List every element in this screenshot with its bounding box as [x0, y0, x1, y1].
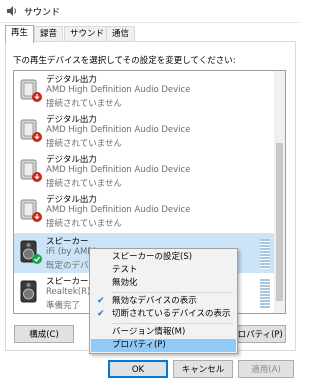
- device-status: 接続されていません: [46, 139, 122, 149]
- tab-communications[interactable]: 通信: [106, 26, 136, 42]
- device-name: デジタル出力: [46, 75, 97, 85]
- menu-item-show-disconnected[interactable]: ✔ 切断されているデバイスの表示: [91, 308, 236, 321]
- menu-item-label: プロパティ(P): [112, 340, 166, 350]
- menu-item-speaker-settings[interactable]: スピーカーの設定(S): [91, 251, 236, 264]
- menu-separator: [111, 323, 233, 324]
- menu-item-label: 無効化: [112, 278, 138, 288]
- device-item[interactable]: デジタル出力 AMD High Definition Audio Device …: [14, 151, 274, 191]
- device-driver: AMD High Definition Audio Device: [46, 205, 191, 215]
- device-status: 接続されていません: [46, 179, 122, 189]
- volume-meter: [260, 279, 270, 309]
- device-item[interactable]: デジタル出力 AMD High Definition Audio Device …: [14, 191, 274, 231]
- device-driver: AMD High Definition Audio Device: [46, 165, 191, 175]
- menu-item-label: 無効なデバイスの表示: [112, 296, 197, 306]
- scrollbar-thumb[interactable]: [276, 143, 283, 301]
- menu-item-label: 切断されているデバイスの表示: [112, 309, 231, 319]
- instruction-text: 下の再生デバイスを選択してその設定を変更してください:: [13, 56, 236, 66]
- digital-output-disconnected-icon: [20, 157, 42, 183]
- device-name: デジタル出力: [46, 155, 97, 165]
- device-driver: AMD High Definition Audio Device: [46, 85, 191, 95]
- menu-item-properties[interactable]: プロパティ(P): [91, 339, 236, 352]
- menu-item-disable[interactable]: 無効化: [91, 277, 236, 290]
- device-driver: AMD High Definition Audio Device: [46, 125, 191, 135]
- device-item[interactable]: デジタル出力 AMD High Definition Audio Device …: [14, 111, 274, 151]
- menu-item-test[interactable]: テスト: [91, 264, 236, 277]
- menu-item-version-info[interactable]: バージョン情報(M): [91, 326, 236, 339]
- cancel-button[interactable]: キャンセル: [173, 360, 233, 378]
- speaker-icon: [20, 279, 42, 305]
- tab-playback[interactable]: 再生: [5, 25, 35, 43]
- device-item[interactable]: デジタル出力 AMD High Definition Audio Device …: [14, 71, 274, 111]
- window-title: サウンド: [24, 8, 61, 18]
- tab-strip: 再生 録音 サウンド 通信: [0, 25, 300, 43]
- speaker-icon: [6, 5, 18, 20]
- ok-button[interactable]: OK: [108, 360, 168, 378]
- menu-separator: [111, 292, 233, 293]
- device-name: デジタル出力: [46, 115, 97, 125]
- menu-item-label: スピーカーの設定(S): [112, 252, 193, 262]
- digital-output-disconnected-icon: [20, 197, 42, 223]
- context-menu: スピーカーの設定(S) テスト 無効化 ✔ 無効なデバイスの表示 ✔ 切断されて…: [89, 248, 238, 354]
- device-status: 準備完了: [46, 301, 81, 311]
- volume-meter: [260, 239, 270, 269]
- device-name: デジタル出力: [46, 195, 97, 205]
- configure-button[interactable]: 構成(C): [14, 325, 74, 343]
- device-name: スピーカー: [46, 237, 89, 247]
- checkmark-icon: ✔: [97, 309, 105, 319]
- menu-item-label: テスト: [112, 265, 138, 275]
- device-list-scrollbar[interactable]: [274, 70, 286, 314]
- menu-item-label: バージョン情報(M): [112, 327, 186, 337]
- checkmark-icon: ✔: [97, 296, 105, 306]
- tab-recording[interactable]: 録音: [34, 26, 64, 42]
- title-bar: サウンド: [0, 0, 300, 23]
- digital-output-disconnected-icon: [20, 117, 42, 143]
- device-status: 接続されていません: [46, 99, 122, 109]
- device-name: スピーカー: [46, 277, 89, 287]
- device-status: 接続されていません: [46, 219, 122, 229]
- tab-sounds[interactable]: サウンド: [64, 26, 111, 42]
- digital-output-disconnected-icon: [20, 77, 42, 103]
- apply-button: 適用(A): [238, 360, 294, 378]
- menu-item-show-disabled[interactable]: ✔ 無効なデバイスの表示: [91, 295, 236, 308]
- speaker-default-icon: [20, 239, 42, 265]
